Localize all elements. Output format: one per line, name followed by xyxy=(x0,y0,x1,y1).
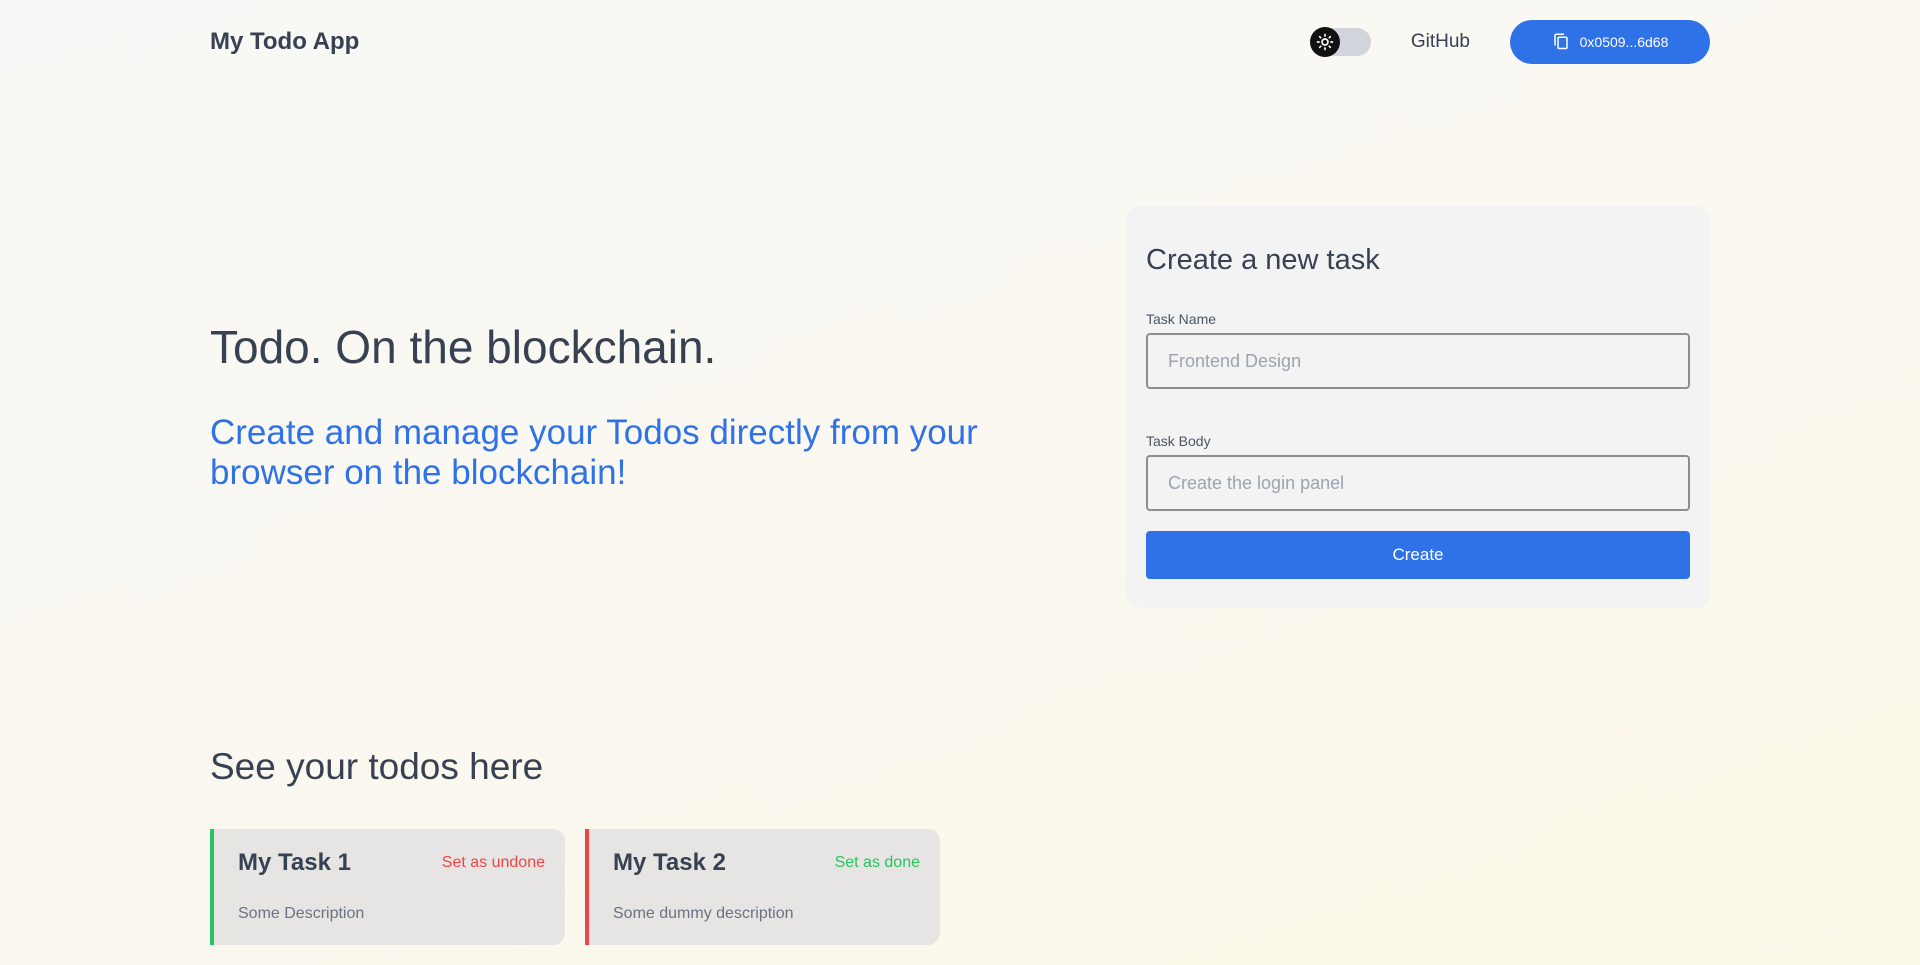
app-brand[interactable]: My Todo App xyxy=(210,28,359,56)
todo-description: Some dummy description xyxy=(613,905,794,922)
top-navbar: My Todo App GitHub 0x0509...6d68 xyxy=(210,0,1710,84)
form-title: Create a new task xyxy=(1146,244,1380,276)
todo-title: My Task 1 xyxy=(238,849,351,876)
navbar-actions: GitHub 0x0509...6d68 xyxy=(1309,20,1710,64)
create-task-button[interactable]: Create xyxy=(1146,531,1690,579)
todo-card: My Task 1 Set as undone Some Description xyxy=(210,829,565,945)
todo-card: My Task 2 Set as done Some dummy descrip… xyxy=(585,829,940,945)
sun-icon xyxy=(1309,27,1340,57)
create-task-form: Create a new task Task Name Task Body Cr… xyxy=(1126,206,1710,608)
task-body-group: Task Body xyxy=(1146,433,1690,531)
task-body-label: Task Body xyxy=(1146,433,1211,449)
hero-title: Todo. On the blockchain. xyxy=(210,321,717,373)
set-undone-button[interactable]: Set as undone xyxy=(442,854,545,872)
todo-title: My Task 2 xyxy=(613,849,726,876)
todos-section-title: See your todos here xyxy=(210,746,544,787)
task-name-input[interactable] xyxy=(1146,333,1690,389)
todo-list: My Task 1 Set as undone Some Description… xyxy=(210,829,940,945)
wallet-address-button[interactable]: 0x0509...6d68 xyxy=(1510,20,1710,64)
task-name-group: Task Name xyxy=(1146,311,1690,433)
hero-section: Todo. On the blockchain. Create and mana… xyxy=(210,320,1070,494)
theme-toggle[interactable] xyxy=(1309,27,1371,57)
hero-subtitle: Create and manage your Todos directly fr… xyxy=(210,413,978,493)
todo-description: Some Description xyxy=(238,905,365,922)
copy-icon xyxy=(1552,32,1570,53)
task-body-input[interactable] xyxy=(1146,455,1690,511)
task-name-label: Task Name xyxy=(1146,311,1217,327)
wallet-address-text: 0x0509...6d68 xyxy=(1579,34,1669,50)
set-done-button[interactable]: Set as done xyxy=(835,854,920,872)
todo-card-header: My Task 2 Set as done xyxy=(613,849,920,877)
github-link[interactable]: GitHub xyxy=(1411,31,1470,53)
todo-card-header: My Task 1 Set as undone xyxy=(238,849,545,877)
